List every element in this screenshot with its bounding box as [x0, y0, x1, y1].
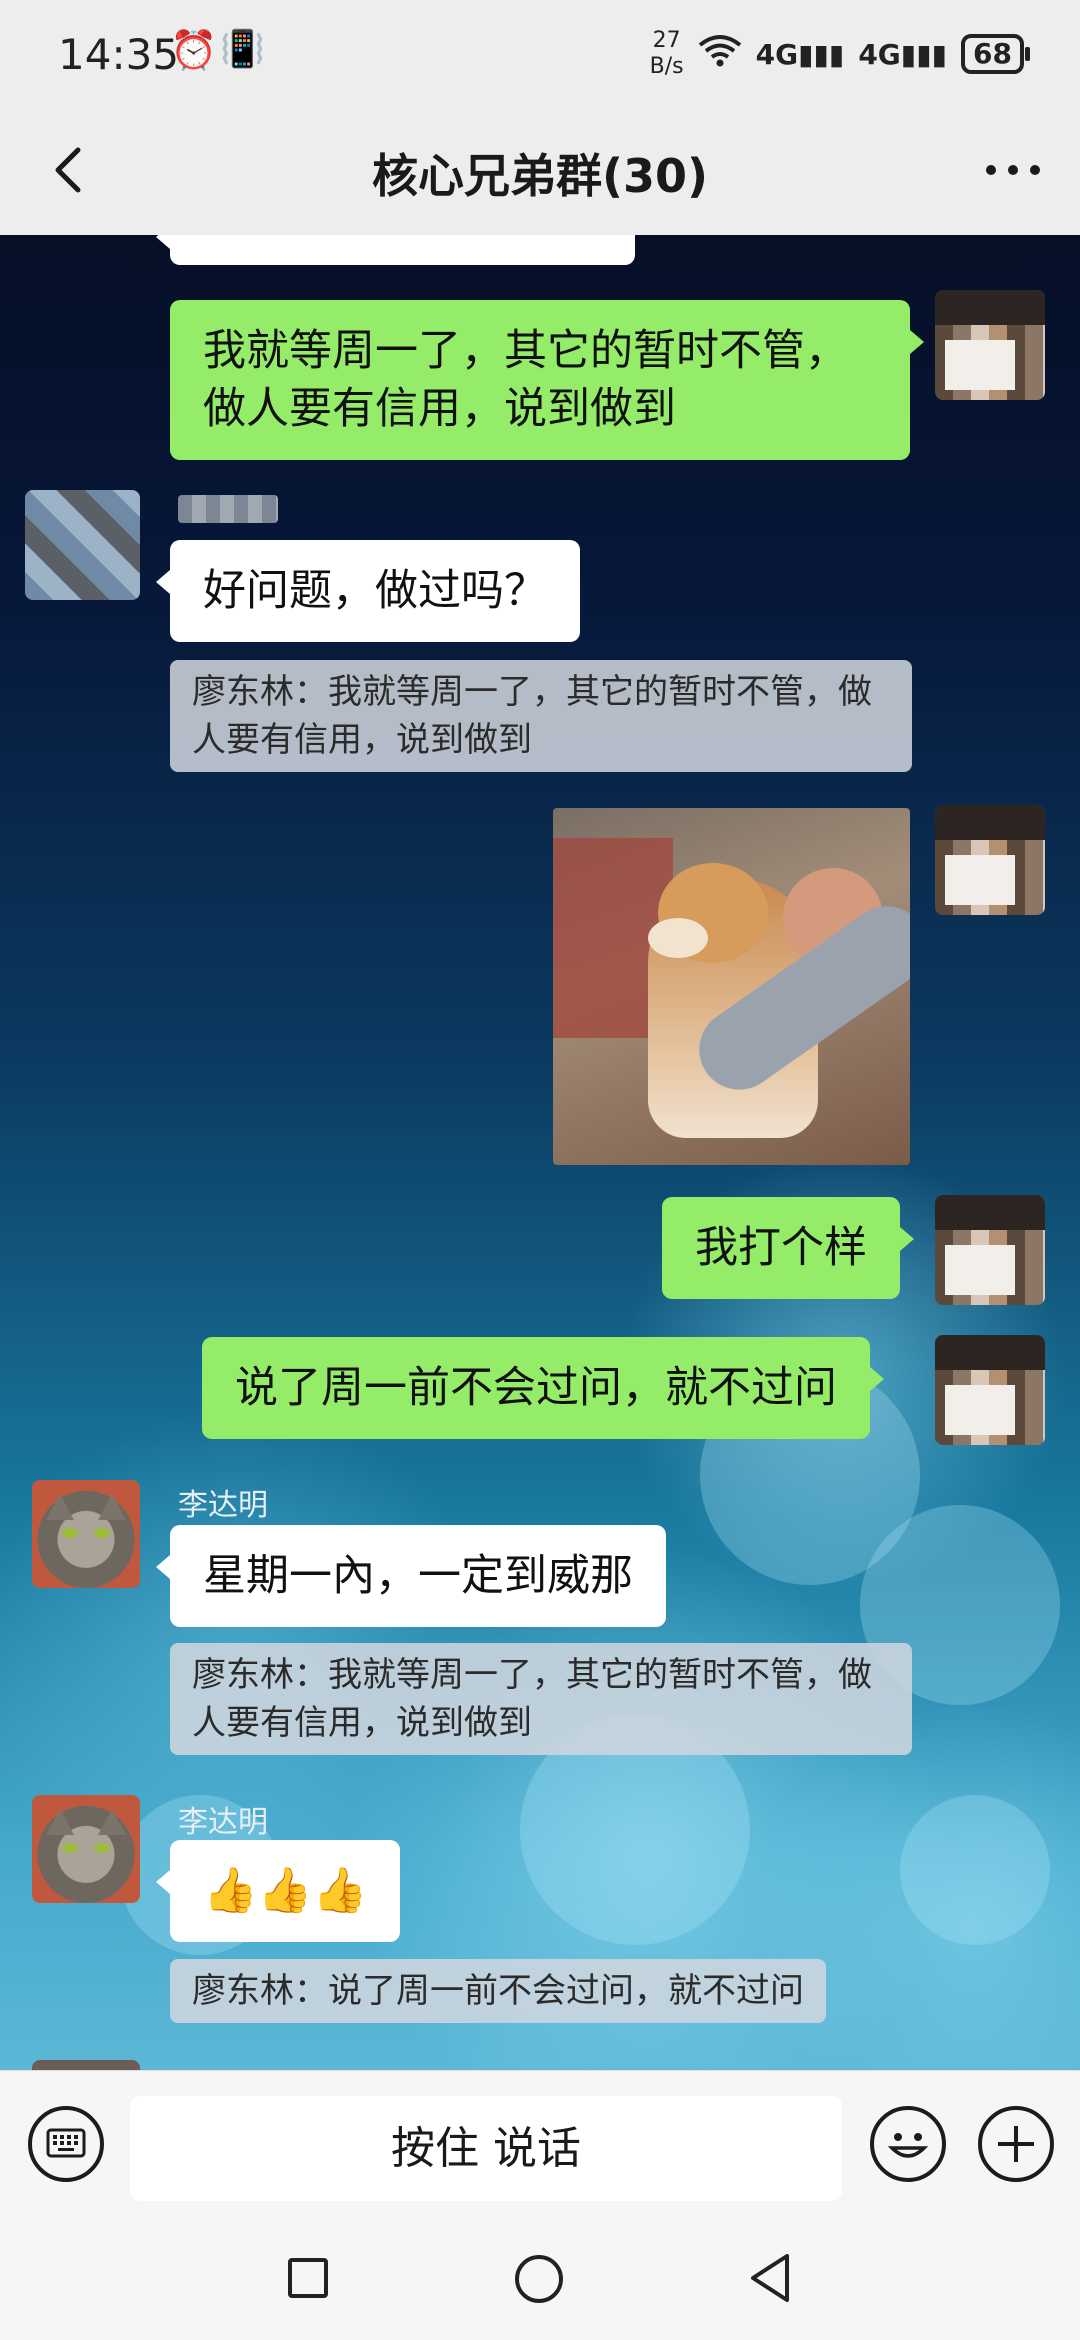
- signal-icon-2: 4G▮▮▮: [858, 37, 948, 71]
- message-bubble[interactable]: 星期一內，一定到威那: [156, 1525, 666, 1627]
- keyboard-icon[interactable]: [28, 2106, 104, 2182]
- quoted-reply[interactable]: 廖东林：我就等周一了，其它的暂时不管，做人要有信用，说到做到: [170, 660, 912, 772]
- avatar-cat[interactable]: [32, 1480, 140, 1588]
- vibrate-icon: 📳: [220, 29, 265, 70]
- message-bubble[interactable]: 我打个样: [662, 1197, 914, 1299]
- status-bar: 14:35 ⏰ 📳 27 B/s 4G▮▮▮ 4G▮▮▮ 68: [0, 0, 1080, 110]
- message-bubble[interactable]: 说了周一前不会过问，就不过问: [202, 1337, 884, 1439]
- system-nav-bar: [0, 2220, 1080, 2340]
- recents-square-icon[interactable]: [288, 2258, 328, 2298]
- sender-name: 李达明: [178, 1488, 268, 1523]
- avatar-self[interactable]: [935, 290, 1045, 400]
- hold-to-talk-button[interactable]: 按住 说话: [130, 2096, 842, 2201]
- avatar-cat[interactable]: [32, 1795, 140, 1903]
- alarm-icon: ⏰: [170, 28, 218, 72]
- avatar-member[interactable]: [25, 490, 140, 600]
- input-bar: 按住 说话: [0, 2070, 1080, 2221]
- battery-indicator: 68: [961, 34, 1030, 74]
- plus-icon[interactable]: [978, 2106, 1054, 2182]
- message-bubble-partial[interactable]: [156, 235, 635, 265]
- avatar-self[interactable]: [935, 1335, 1045, 1445]
- avatar-self[interactable]: [935, 805, 1045, 915]
- avatar-self[interactable]: [935, 1195, 1045, 1305]
- message-bubble[interactable]: 我就等周一了，其它的暂时不管，做人要有信用，说到做到: [170, 300, 924, 460]
- status-time: 14:35: [58, 30, 180, 79]
- message-bubble[interactable]: 好问题，做过吗？: [156, 540, 580, 642]
- back-triangle-icon[interactable]: [745, 2250, 795, 2306]
- chat-messages-area[interactable]: 我就等周一了，其它的暂时不管，做人要有信用，说到做到 好问题，做过吗？ 廖东林：…: [0, 235, 1080, 2070]
- quoted-reply[interactable]: 廖东林：我就等周一了，其它的暂时不管，做人要有信用，说到做到: [170, 1643, 912, 1755]
- message-bubble[interactable]: 👍👍👍: [155, 1840, 401, 1942]
- avatar-partial[interactable]: [32, 2060, 140, 2070]
- wifi-icon: [698, 33, 742, 76]
- image-message[interactable]: [553, 808, 910, 1165]
- chat-title: 核心兄弟群(30): [371, 149, 709, 203]
- chat-header: 核心兄弟群(30): [0, 110, 1080, 236]
- home-circle-icon[interactable]: [515, 2255, 563, 2303]
- signal-icon-1: 4G▮▮▮: [755, 37, 845, 71]
- sender-name: 李达明: [178, 1805, 268, 1840]
- more-options-icon[interactable]: [978, 140, 1048, 200]
- sender-name: [178, 495, 278, 523]
- wallpaper-bokeh: [900, 1795, 1050, 1945]
- smile-icon[interactable]: [870, 2106, 946, 2182]
- net-speed: 27 B/s: [649, 28, 684, 79]
- quoted-reply[interactable]: 廖东林：说了周一前不会过问，就不过问: [170, 1959, 826, 2023]
